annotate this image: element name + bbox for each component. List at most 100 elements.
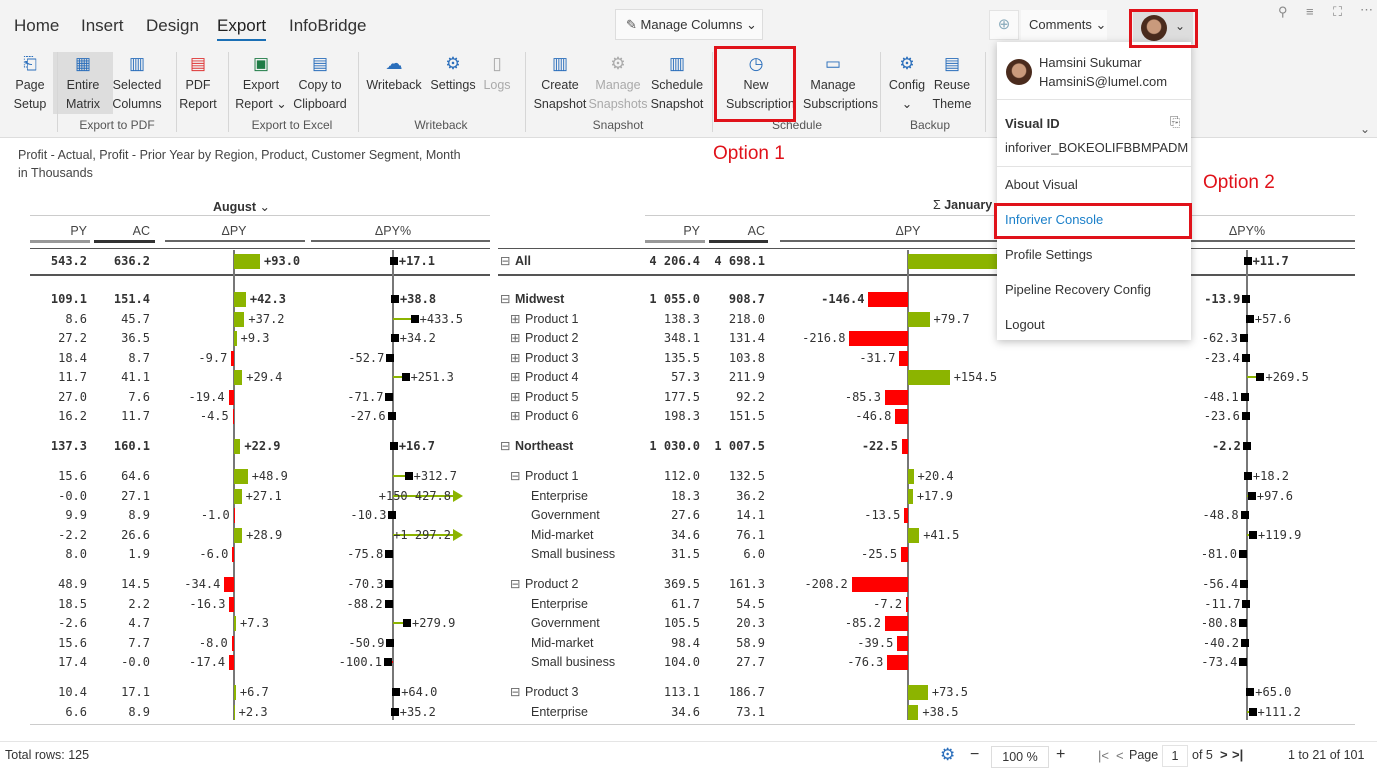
expand-collapse-icon[interactable]: ⊟ [510,684,520,700]
ribbon-button-manage-subscriptions[interactable]: ▭ Manage Subscriptions [803,52,878,114]
delta-bar-right [901,547,908,562]
button-label-line1: Export [242,78,280,92]
settings-icon[interactable]: ⚙ [940,745,955,765]
collapse-ribbon-icon[interactable]: ⌄ [1360,122,1370,136]
tab-design[interactable]: Design [146,16,199,36]
first-page-button[interactable]: |< [1098,748,1109,763]
prev-page-button[interactable]: < [1116,748,1124,763]
column-header-delta-py[interactable]: ΔPY [888,224,928,238]
pct-marker-left [389,257,398,265]
next-page-button[interactable]: > [1220,747,1228,762]
zoom-input[interactable]: 100 % [991,746,1049,768]
ribbon-button-manage-snapshots[interactable]: ⚙ Manage Snapshots [588,52,648,114]
ribbon-button-writeback[interactable]: ☁ Writeback [364,52,424,95]
divider [30,215,490,216]
button-label-line1: Manage [810,78,856,92]
delta-bar-right [908,527,920,543]
delta-value-left: +37.2 [248,311,285,326]
column-header-py[interactable]: PY [683,224,700,238]
comments-button[interactable]: Comments ⌄ [1021,10,1107,40]
column-group-january[interactable]: Σ January [933,198,992,212]
delta-bar-right [897,635,908,651]
pct-value-right: -73.4 [1201,655,1238,669]
button-label-line1: Schedule [650,78,704,92]
delta-bar-left [234,292,246,307]
right-py: 31.5 [671,547,700,561]
focus-mode-icon[interactable]: ⛶ [1333,4,1342,20]
pct-value-right: +57.6 [1254,311,1291,326]
column-header-delta-py-pct[interactable]: ΔPY% [373,224,413,238]
divider [0,741,1377,742]
page-input[interactable]: 1 [1162,745,1188,767]
expand-collapse-icon[interactable]: ⊟ [510,576,520,592]
right-ac: 27.7 [736,655,765,669]
ribbon-button-copy-to-clipboard[interactable]: ▤ Copy to Clipboard [290,52,350,114]
ribbon-button-logs[interactable]: ▯ Logs [467,52,527,95]
right-ac: 103.8 [728,350,765,365]
more-options-icon[interactable]: ⋯ [1360,2,1373,18]
right-py: 98.4 [671,635,700,650]
ribbon-button-export-report[interactable]: ▣ Export Report ⌄ [231,52,291,114]
right-py: 61.7 [671,596,700,611]
column-underline [165,240,305,242]
menu-pipeline-recovery-config[interactable]: Pipeline Recovery Config [1005,282,1151,297]
button-label-line2: Report [179,97,217,111]
delta-bar-right [908,685,928,700]
menu-profile-settings[interactable]: Profile Settings [1005,247,1092,262]
tab-export[interactable]: Export [217,16,267,41]
tab-insert[interactable]: Insert [81,16,124,36]
copy-icon[interactable]: ⎘ [1170,114,1180,130]
pct-marker-left [386,638,395,647]
column-group-august[interactable]: August ⌄ [213,199,270,214]
right-py: 113.1 [663,685,700,699]
manage-columns-button[interactable]: ✎ Manage Columns ⌄ [615,9,763,40]
delta-value-right: -13.5 [864,508,901,522]
menu-about-visual[interactable]: About Visual [1005,177,1078,192]
delta-value-left: -9.7 [198,350,228,365]
pct-value-right: -48.8 [1202,508,1239,522]
column-header-ac[interactable]: AC [133,224,150,238]
expand-collapse-icon[interactable]: ⊞ [510,389,520,405]
pct-marker-left [390,295,399,303]
ribbon-button-schedule-snapshot[interactable]: ▥ Schedule Snapshot [647,52,707,114]
ribbon-group-label: Export to Excel [251,118,333,132]
pin-icon[interactable]: ⚲ [1278,4,1288,20]
expand-collapse-icon[interactable]: ⊞ [510,369,520,385]
ribbon-button-reuse-theme[interactable]: ▤ Reuse Theme [922,52,982,114]
expand-collapse-icon[interactable]: ⊞ [510,330,520,346]
expand-collapse-icon[interactable]: ⊟ [500,253,510,269]
expand-collapse-icon[interactable]: ⊟ [510,468,520,484]
tab-infobridge[interactable]: InfoBridge [289,16,367,36]
ribbon-button-selected-columns[interactable]: ▥ Selected Columns [107,52,167,114]
left-ac: 8.9 [128,508,150,522]
zoom-in-button[interactable]: + [1056,746,1065,764]
expand-collapse-icon[interactable]: ⊟ [500,438,510,454]
pct-marker-left [385,580,394,588]
button-label-line2: Snapshot [533,97,587,111]
column-header-py[interactable]: PY [70,224,87,238]
filter-icon[interactable]: ≡ [1306,4,1314,19]
tab-home[interactable]: Home [14,16,59,36]
ribbon-button-pdf-report[interactable]: ▤ PDF Report [168,52,228,114]
column-header-ac[interactable]: AC [748,224,765,238]
last-page-button[interactable]: >| [1232,747,1243,762]
left-py: 18.4 [58,350,87,365]
zoom-out-button[interactable]: − [970,746,979,764]
add-comment-button[interactable]: ⊕ [989,10,1019,40]
delta-bar-left [228,389,234,405]
expand-collapse-icon[interactable]: ⊞ [510,311,520,327]
expand-collapse-icon[interactable]: ⊞ [510,408,520,424]
expand-collapse-icon[interactable]: ⊞ [510,350,520,366]
pct-value-right: -40.2 [1202,635,1239,650]
pct-marker-right [1242,599,1251,608]
left-py: 9.9 [65,508,87,522]
column-header-delta-py-pct[interactable]: ΔPY% [1227,224,1267,238]
ribbon-button-create-snapshot[interactable]: ▥ Create Snapshot [530,52,590,114]
left-py: 16.2 [58,409,87,423]
ribbon-button-page-setup[interactable]: ⎗ Page Setup [0,52,60,114]
column-header-delta-py[interactable]: ΔPY [214,224,254,238]
expand-collapse-icon[interactable]: ⊟ [500,291,510,307]
ribbon-button-entire-matrix[interactable]: ▦ Entire Matrix [53,52,113,114]
menu-logout[interactable]: Logout [1005,317,1045,332]
pct-value-left: +17.1 [398,254,435,268]
